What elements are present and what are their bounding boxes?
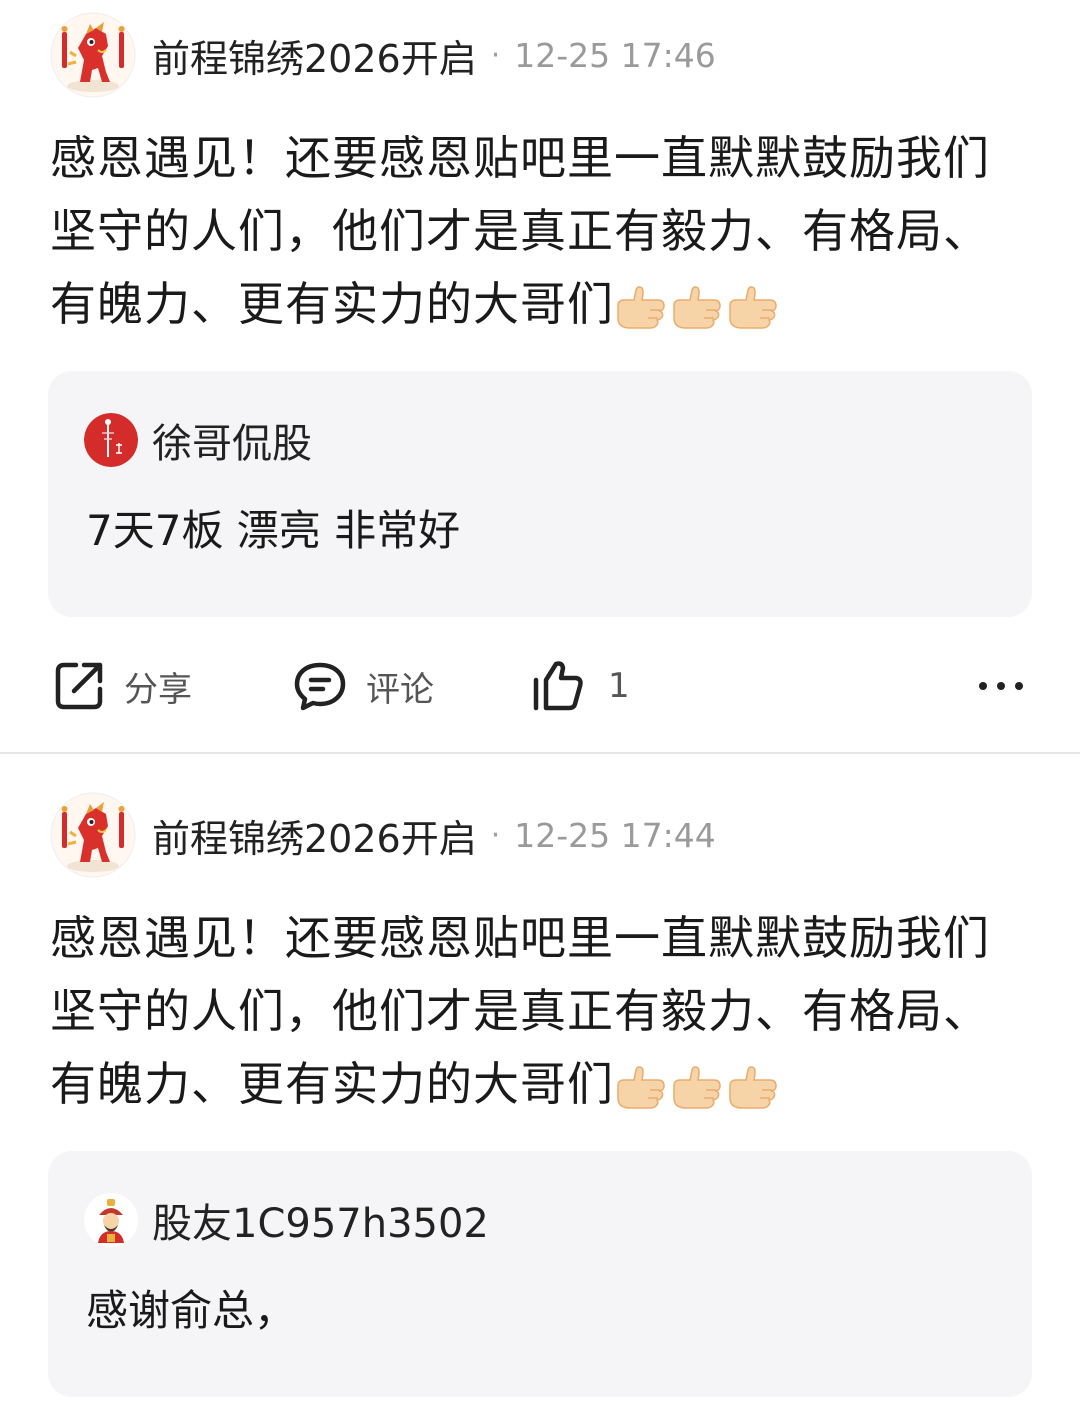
share-label: 分享 <box>124 669 192 710</box>
quoted-comment-header: 股友1C957h3502 <box>84 1191 489 1249</box>
post-header: 前程锦绣2026开启 · 12-25 17:44 <box>50 792 716 878</box>
author-avatar[interactable] <box>50 792 136 878</box>
comment-icon <box>294 662 346 711</box>
post-content[interactable]: 感恩遇见！还要感恩贴吧里一直默默鼓励我们坚守的人们，他们才是真正有毅力、有格局、… <box>50 122 1030 351</box>
post-content-text: 感恩遇见！还要感恩贴吧里一直默默鼓励我们坚守的人们，他们才是真正有毅力、有格局、… <box>50 131 990 331</box>
meta-separator: · <box>490 37 501 73</box>
post-time: 12-25 17:46 <box>514 35 716 75</box>
post-content[interactable]: 感恩遇见！还要感恩贴吧里一直默默鼓励我们坚守的人们，他们才是真正有毅力、有格局、… <box>50 902 1030 1131</box>
post-card: 前程锦绣2026开启 · 12-25 17:46 感恩遇见！还要感恩贴吧里一直默… <box>0 0 1080 752</box>
thumbs-up-icon <box>729 1066 777 1109</box>
post-header: 前程锦绣2026开启 · 12-25 17:46 <box>50 12 716 98</box>
quoted-comment[interactable]: 徐哥侃股 7天7板 漂亮 非常好 <box>48 371 1032 617</box>
quoted-comment-header: 徐哥侃股 <box>84 411 312 469</box>
quoted-comment-text: 7天7板 漂亮 非常好 <box>86 506 461 555</box>
author-avatar[interactable] <box>50 12 136 98</box>
more-dots-icon <box>979 682 1023 690</box>
thumbs-up-icon <box>617 1066 665 1109</box>
quoted-comment-text: 感谢俞总， <box>86 1286 297 1335</box>
author-name[interactable]: 前程锦绣2026开启 <box>152 808 477 863</box>
thumbs-up-icon <box>617 286 665 329</box>
author-name[interactable]: 前程锦绣2026开启 <box>152 28 477 83</box>
comment-button[interactable]: 评论 <box>292 650 434 722</box>
more-options-button[interactable] <box>976 650 1026 722</box>
quoted-author-name[interactable]: 股友1C957h3502 <box>152 1191 489 1249</box>
like-button[interactable]: 1 <box>530 650 630 722</box>
post-action-bar: 分享 评论 1 <box>0 650 1080 722</box>
quoted-author-name[interactable]: 徐哥侃股 <box>152 411 312 469</box>
thumbs-up-icon <box>673 1066 721 1109</box>
thumbs-up-icon <box>673 286 721 329</box>
share-button[interactable]: 分享 <box>52 650 192 722</box>
quoted-comment[interactable]: 股友1C957h3502 感谢俞总， <box>48 1151 1032 1397</box>
quoted-author-avatar[interactable] <box>84 413 138 467</box>
like-count: 1 <box>608 666 630 706</box>
meta-separator: · <box>490 817 501 853</box>
thumbs-up-outline-icon <box>533 661 583 711</box>
post-content-text: 感恩遇见！还要感恩贴吧里一直默默鼓励我们坚守的人们，他们才是真正有毅力、有格局、… <box>50 911 990 1111</box>
post-card: 前程锦绣2026开启 · 12-25 17:44 感恩遇见！还要感恩贴吧里一直默… <box>0 754 1080 1412</box>
share-icon <box>55 662 103 710</box>
thumbs-up-emoji-group <box>614 1058 782 1131</box>
post-time: 12-25 17:44 <box>514 815 716 855</box>
thumbs-up-emoji-group <box>614 278 782 351</box>
thumbs-up-icon <box>729 286 777 329</box>
quoted-author-avatar[interactable] <box>84 1193 138 1247</box>
comment-label: 评论 <box>366 669 434 710</box>
